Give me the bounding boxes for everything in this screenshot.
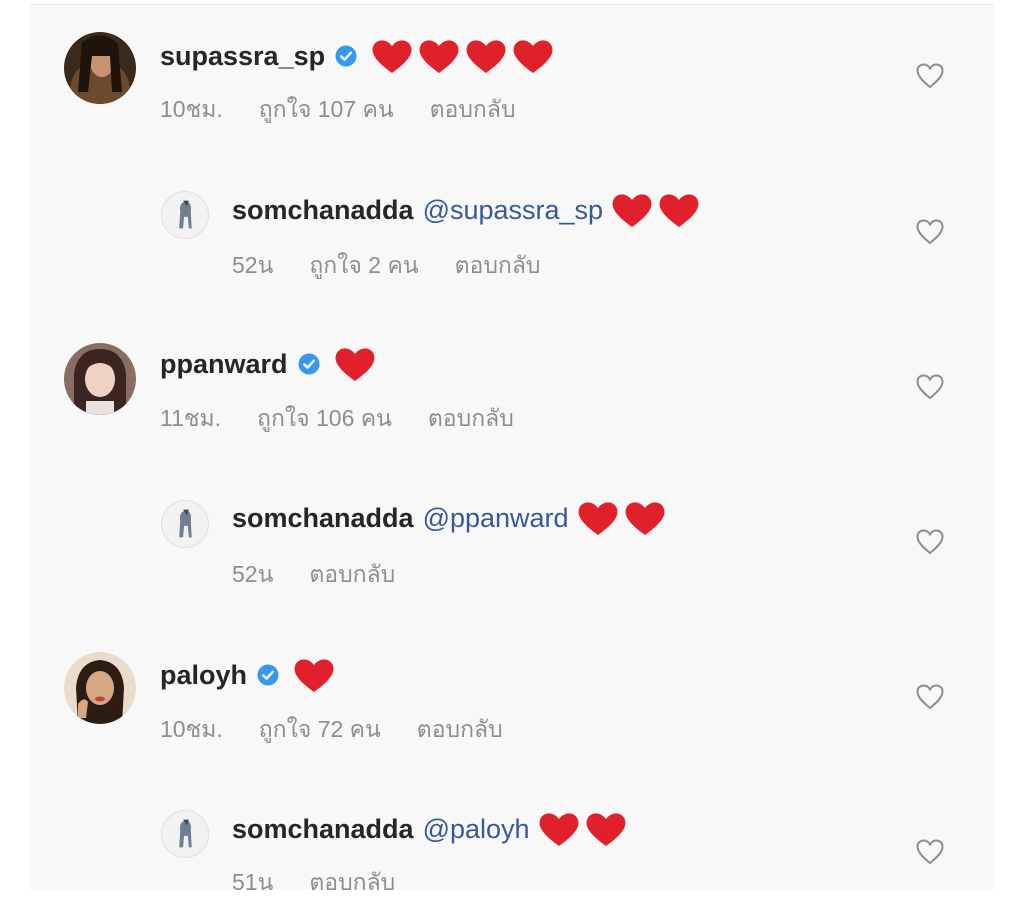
avatar[interactable] <box>64 652 136 724</box>
mention-link[interactable]: @ppanward <box>423 501 569 535</box>
username[interactable]: somchanadda <box>232 501 414 535</box>
comment-text: ppanward <box>160 345 381 383</box>
heart-outline-icon[interactable] <box>916 684 944 710</box>
like-count[interactable]: ถูกใจ 106 คน <box>257 404 392 432</box>
reply-button[interactable]: ตอบกลับ <box>455 251 541 279</box>
red-heart-emoji <box>334 345 376 383</box>
comment-text: paloyh <box>160 656 340 694</box>
verified-badge-icon <box>257 664 279 686</box>
comment-text: supassra_sp <box>160 37 559 75</box>
heart-emojis <box>577 499 671 537</box>
red-heart-emoji <box>658 191 700 229</box>
red-heart-emoji <box>418 37 460 75</box>
comment-text: somchanadda @ppanward <box>232 499 671 537</box>
comment-text: somchanadda @supassra_sp <box>232 191 705 229</box>
comment-time: 52น <box>232 561 274 587</box>
comment-text: somchanadda @paloyh <box>232 810 632 848</box>
avatar[interactable] <box>64 343 136 415</box>
comment-time: 11ชม. <box>160 405 222 431</box>
verified-badge-icon <box>335 45 357 67</box>
heart-outline-icon[interactable] <box>916 374 944 400</box>
red-heart-emoji <box>611 191 653 229</box>
mention-link[interactable]: @supassra_sp <box>423 193 604 227</box>
red-heart-emoji <box>465 37 507 75</box>
username[interactable]: somchanadda <box>232 812 414 846</box>
red-heart-emoji <box>624 499 666 537</box>
comment-meta: 52น ตอบกลับ <box>232 560 431 588</box>
comment-meta: 10ชม. ถูกใจ 107 คน ตอบกลับ <box>160 95 552 123</box>
comments-panel <box>30 4 994 889</box>
username[interactable]: paloyh <box>160 658 247 692</box>
comment-meta: 11ชม. ถูกใจ 106 คน ตอบกลับ <box>160 404 550 432</box>
heart-outline-icon[interactable] <box>916 529 944 555</box>
avatar[interactable] <box>161 500 209 548</box>
avatar[interactable] <box>161 191 209 239</box>
heart-emojis <box>371 37 559 75</box>
heart-outline-icon[interactable] <box>916 219 944 245</box>
reply-button[interactable]: ตอบกลับ <box>309 868 395 896</box>
username[interactable]: somchanadda <box>232 193 414 227</box>
mention-link[interactable]: @paloyh <box>423 812 530 846</box>
comment-meta: 52น ถูกใจ 2 คน ตอบกลับ <box>232 251 577 279</box>
heart-emojis <box>611 191 705 229</box>
heart-emojis <box>334 345 381 383</box>
heart-outline-icon[interactable] <box>916 839 944 865</box>
reply-button[interactable]: ตอบกลับ <box>417 715 503 743</box>
like-count[interactable]: ถูกใจ 72 คน <box>259 715 381 743</box>
red-heart-emoji <box>585 810 627 848</box>
heart-emojis <box>538 810 632 848</box>
comment-meta: 10ชม. ถูกใจ 72 คน ตอบกลับ <box>160 715 539 743</box>
red-heart-emoji <box>538 810 580 848</box>
red-heart-emoji <box>577 499 619 537</box>
red-heart-emoji <box>371 37 413 75</box>
comment-time: 51น <box>232 869 274 895</box>
heart-emojis <box>293 656 340 694</box>
heart-outline-icon[interactable] <box>916 63 944 89</box>
username[interactable]: ppanward <box>160 347 288 381</box>
reply-button[interactable]: ตอบกลับ <box>428 404 514 432</box>
avatar[interactable] <box>64 32 136 104</box>
comment-meta: 51น ตอบกลับ <box>232 868 431 896</box>
username[interactable]: supassra_sp <box>160 39 325 73</box>
verified-badge-icon <box>298 353 320 375</box>
like-count[interactable]: ถูกใจ 107 คน <box>259 95 394 123</box>
reply-button[interactable]: ตอบกลับ <box>430 95 516 123</box>
reply-button[interactable]: ตอบกลับ <box>309 560 395 588</box>
comment-time: 10ชม. <box>160 716 223 742</box>
avatar[interactable] <box>161 810 209 858</box>
comment-time: 10ชม. <box>160 96 223 122</box>
red-heart-emoji <box>293 656 335 694</box>
comment-time: 52น <box>232 252 274 278</box>
comments-screen: supassra_sp 10ชม. ถูกใจ 107 คน ตอบกลับ s… <box>0 0 1024 915</box>
red-heart-emoji <box>512 37 554 75</box>
like-count[interactable]: ถูกใจ 2 คน <box>309 251 418 279</box>
